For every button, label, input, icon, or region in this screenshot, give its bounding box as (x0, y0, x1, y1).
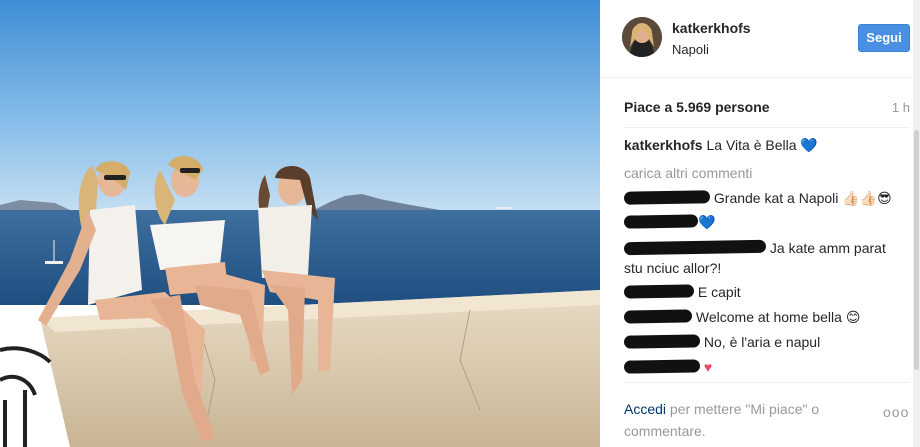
location-link[interactable]: Napoli (672, 42, 709, 57)
redacted-username (623, 284, 695, 299)
username-link[interactable]: katkerkhofs (672, 20, 751, 36)
comment-text: E capit (697, 284, 741, 300)
post-time[interactable]: 1 h (892, 100, 910, 115)
blue-heart-icon: 💙 (698, 214, 716, 230)
comment: ♥ (623, 357, 904, 377)
comment: E capit (623, 282, 904, 302)
emoji-icon: 👍🏻👍🏻😎 (842, 190, 892, 206)
redacted-username (623, 239, 767, 256)
smile-icon: 😊 (845, 309, 861, 325)
comment: Welcome at home bella 😊 (623, 307, 904, 327)
redacted-username (623, 309, 693, 324)
caption-username[interactable]: katkerkhofs (624, 137, 703, 153)
redacted-username (623, 359, 701, 374)
post-details-panel: katkerkhofs Napoli Segui Piace a 5.969 p… (600, 0, 920, 447)
load-more-comments[interactable]: carica altri commenti (624, 165, 752, 181)
login-prompt: Accedi per mettere "Mi piace" o commenta… (624, 398, 884, 442)
redacted-username (623, 190, 711, 205)
post-photo[interactable] (0, 0, 600, 447)
comment-text: No, è l'aria e napul (703, 334, 821, 350)
caption-text: La Vita è Bella (706, 137, 797, 153)
caption: katkerkhofs La Vita è Bella 💙 (624, 137, 818, 154)
comment-text: Welcome at home bella (695, 309, 842, 325)
pink-heart-icon: ♥ (703, 359, 713, 375)
blue-heart-icon: 💙 (800, 137, 818, 153)
post-header: katkerkhofs Napoli Segui (600, 0, 920, 78)
login-link[interactable]: Accedi (624, 401, 666, 417)
redacted-username (623, 214, 699, 229)
comment: Grande kat a Napoli 👍🏻👍🏻😎 (623, 188, 904, 208)
likes-count[interactable]: Piace a 5.969 persone (624, 99, 770, 115)
comment-text: Grande kat a Napoli (713, 190, 839, 206)
follow-button[interactable]: Segui (858, 24, 910, 52)
redacted-username (623, 334, 701, 349)
comment: Ja kate amm parat stu nciuc allor?! (623, 238, 904, 278)
divider (624, 127, 910, 128)
avatar[interactable] (622, 17, 662, 57)
more-options-icon[interactable]: ooo (883, 404, 909, 420)
comment: No, è l'aria e napul (623, 332, 904, 352)
scrollbar-thumb[interactable] (914, 130, 919, 370)
divider (624, 382, 910, 383)
likes-row: Piace a 5.969 persone 1 h (624, 99, 910, 119)
comment: 💙 (623, 212, 904, 232)
